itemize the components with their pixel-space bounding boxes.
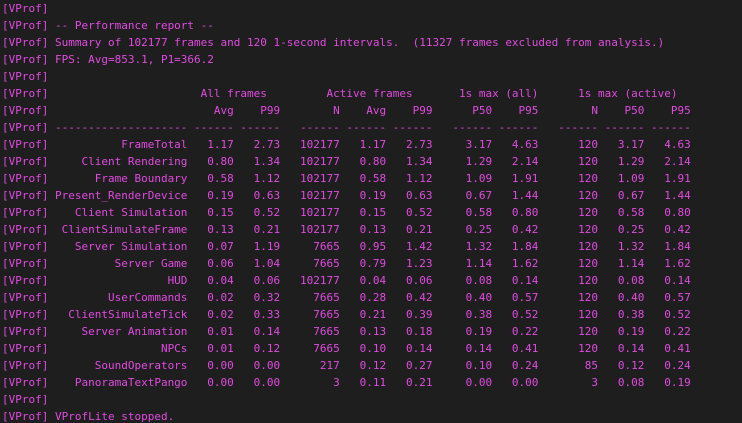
table-group-header: [VProf] All frames Active frames 1s max … bbox=[2, 87, 678, 100]
table-row: [VProf] NPCs 0.01 0.12 7665 0.10 0.14 0.… bbox=[2, 342, 691, 355]
fps-line: [VProf] FPS: Avg=853.1, P1=366.2 bbox=[2, 53, 214, 66]
table-row: [VProf] Server Game 0.06 1.04 7665 0.79 … bbox=[2, 257, 691, 270]
table-row: [VProf] ClientSimulateFrame 0.13 0.21 10… bbox=[2, 223, 691, 236]
table-row: [VProf] UserCommands 0.02 0.32 7665 0.28… bbox=[2, 291, 691, 304]
table-row: [VProf] Present_RenderDevice 0.19 0.63 1… bbox=[2, 189, 691, 202]
summary-line: [VProf] Summary of 102177 frames and 120… bbox=[2, 36, 665, 49]
report-header-line: [VProf] -- Performance report -- bbox=[2, 19, 214, 32]
table-row: [VProf] ClientSimulateTick 0.02 0.33 766… bbox=[2, 308, 691, 321]
console-output: [VProf] [VProf] -- Performance report --… bbox=[2, 0, 742, 423]
console-line: [VProf] bbox=[2, 393, 49, 406]
console-line: [VProf] bbox=[2, 70, 49, 83]
table-separator: [VProf] -------------------- ------ ----… bbox=[2, 121, 691, 134]
table-row: [VProf] SoundOperators 0.00 0.00 217 0.1… bbox=[2, 359, 691, 372]
table-row: [VProf] Server Simulation 0.07 1.19 7665… bbox=[2, 240, 691, 253]
table-row: [VProf] Client Simulation 0.15 0.52 1021… bbox=[2, 206, 691, 219]
table-row: [VProf] FrameTotal 1.17 2.73 102177 1.17… bbox=[2, 138, 691, 151]
table-row: [VProf] PanoramaTextPango 0.00 0.00 3 0.… bbox=[2, 376, 691, 389]
table-row: [VProf] Server Animation 0.01 0.14 7665 … bbox=[2, 325, 691, 338]
table-row: [VProf] Client Rendering 0.80 1.34 10217… bbox=[2, 155, 691, 168]
console-line: [VProf] bbox=[2, 2, 49, 15]
stopped-message-line: [VProf] VProfLite stopped. bbox=[2, 410, 175, 423]
table-row: [VProf] HUD 0.04 0.06 102177 0.04 0.06 0… bbox=[2, 274, 691, 287]
table-row: [VProf] Frame Boundary 0.58 1.12 102177 … bbox=[2, 172, 691, 185]
table-column-header: [VProf] Avg P99 N Avg P99 P50 P95 N P50 … bbox=[2, 104, 691, 117]
